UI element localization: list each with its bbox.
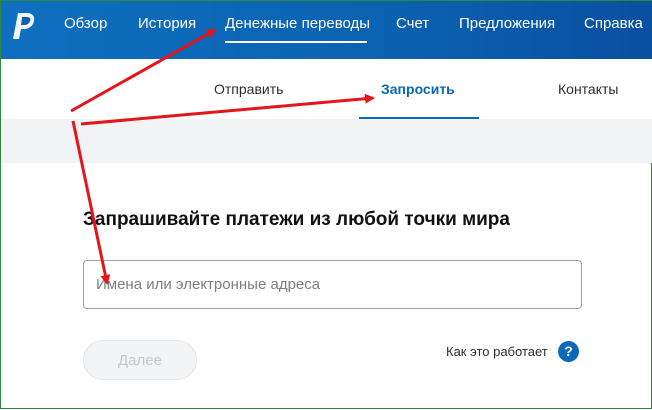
top-navigation-bar: Обзор История Денежные переводы Счет Пре… (1, 1, 652, 59)
help-question-icon[interactable]: ? (558, 341, 579, 362)
nav-item-overview[interactable]: Обзор (64, 15, 107, 32)
section-divider-band (1, 119, 652, 163)
nav-item-history[interactable]: История (138, 15, 196, 32)
nav-item-money-transfers[interactable]: Денежные переводы (225, 15, 370, 32)
nav-item-account[interactable]: Счет (396, 15, 429, 32)
next-button[interactable]: Далее (83, 340, 197, 380)
tab-request[interactable]: Запросить (381, 81, 455, 97)
page-title: Запрашивайте платежи из любой точки мира (83, 209, 510, 230)
how-it-works-link[interactable]: Как это работает (446, 344, 548, 359)
tab-contacts[interactable]: Контакты (558, 81, 618, 97)
nav-active-indicator (225, 41, 367, 43)
sub-navigation: Отправить Запросить Контакты (1, 59, 652, 120)
nav-item-help[interactable]: Справка (584, 15, 643, 32)
paypal-logo-icon[interactable] (9, 11, 37, 41)
recipient-input[interactable] (83, 260, 582, 309)
nav-item-offers[interactable]: Предложения (459, 15, 555, 32)
tab-send[interactable]: Отправить (214, 81, 283, 97)
